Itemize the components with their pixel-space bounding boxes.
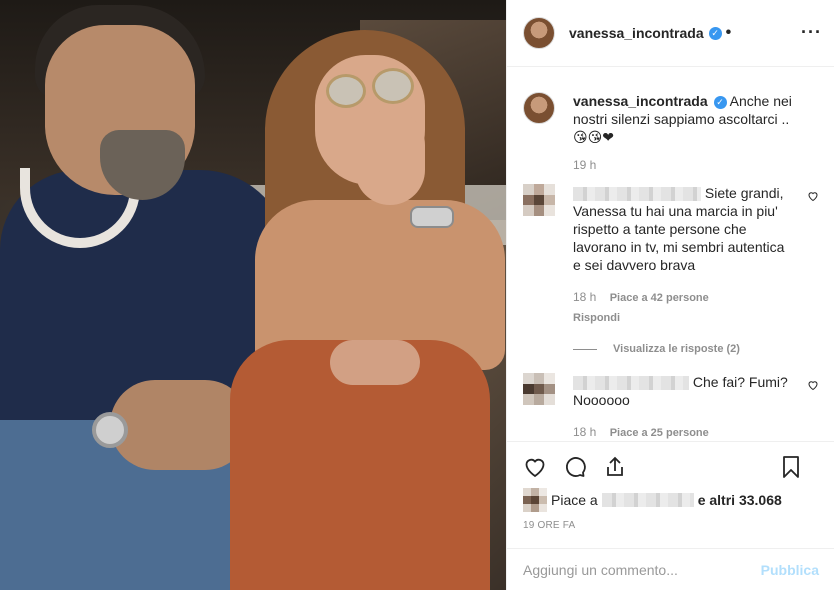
caption-time[interactable]: 19 h [573, 156, 805, 174]
caption-body: vanessa_incontrada ✓ Anche nei nostri si… [573, 92, 805, 174]
post-photo[interactable] [0, 0, 506, 590]
photo-man-hands [110, 380, 250, 470]
photo-woman-knee-hand [330, 340, 420, 385]
avatar[interactable] [523, 184, 555, 216]
photo-sunglasses-right [372, 68, 414, 104]
comment-likes[interactable]: Piace a 42 persone [610, 292, 709, 304]
separator-dot: • [725, 24, 732, 41]
list-item: Siete grandi, Vanessa tu hai una marcia … [523, 184, 819, 327]
comment-input[interactable] [523, 561, 761, 578]
blurred-username[interactable] [601, 493, 694, 507]
photo-sunglasses-left [326, 74, 366, 108]
comment-like-heart-icon[interactable] [807, 190, 819, 205]
replies-divider [573, 348, 597, 350]
bookmark-icon[interactable] [779, 455, 803, 479]
post-sidebar: vanessa_incontrada ✓ • ··· vanessa_incon… [506, 0, 834, 590]
comments-list[interactable]: vanessa_incontrada ✓ Anche nei nostri si… [507, 68, 834, 441]
likes-summary[interactable]: Piace a e altri 33.068 [523, 488, 782, 512]
reply-button[interactable]: Rispondi [573, 309, 793, 327]
blurred-username[interactable] [573, 187, 701, 202]
view-replies-label: Visualizza le risposte (2) [613, 343, 740, 355]
comment-meta: 18 h Piace a 25 persone [573, 423, 793, 441]
share-icon[interactable] [603, 455, 627, 479]
post-time-ago[interactable]: 19 ORE FA [523, 520, 575, 531]
heart-icon[interactable] [523, 455, 547, 479]
view-replies-button[interactable]: Visualizza le risposte (2) [573, 343, 819, 355]
photo-man-watch [92, 412, 128, 448]
avatar [523, 488, 547, 512]
comment-body: Che fai? Fumi? Noooooo 18 h Piace a 25 p… [573, 373, 793, 441]
list-item: Che fai? Fumi? Noooooo 18 h Piace a 25 p… [523, 373, 819, 441]
header-username[interactable]: vanessa_incontrada [569, 25, 704, 41]
comment-time[interactable]: 18 h [573, 290, 596, 304]
comment-time[interactable]: 18 h [573, 425, 596, 439]
likes-prefix: Piace a [551, 492, 598, 508]
more-horizontal-icon[interactable]: ··· [801, 22, 822, 43]
caption-username[interactable]: vanessa_incontrada [573, 93, 708, 109]
likes-others[interactable]: e altri 33.068 [698, 492, 782, 508]
blurred-username[interactable] [573, 376, 689, 391]
comment-icon[interactable] [563, 455, 587, 479]
comment-meta: 18 h Piace a 42 persone Rispondi [573, 288, 793, 327]
avatar[interactable] [523, 17, 555, 49]
post-header: vanessa_incontrada ✓ • ··· [507, 0, 834, 67]
caption: vanessa_incontrada ✓ Anche nei nostri si… [523, 92, 819, 174]
comment-likes[interactable]: Piace a 25 persone [610, 427, 709, 439]
comment-body: Siete grandi, Vanessa tu hai una marcia … [573, 184, 793, 327]
publish-button[interactable]: Pubblica [761, 562, 819, 578]
avatar[interactable] [523, 373, 555, 405]
photo-woman-hand [355, 110, 425, 205]
verified-check-icon: ✓ [713, 95, 727, 109]
add-comment-bar: Pubblica [507, 548, 834, 590]
photo-woman-watch [410, 206, 454, 228]
action-bar [507, 441, 834, 491]
comment-like-heart-icon[interactable] [807, 379, 819, 394]
avatar[interactable] [523, 92, 555, 124]
verified-check-icon: ✓ [708, 26, 722, 40]
instagram-post: vanessa_incontrada ✓ • ··· vanessa_incon… [0, 0, 834, 590]
